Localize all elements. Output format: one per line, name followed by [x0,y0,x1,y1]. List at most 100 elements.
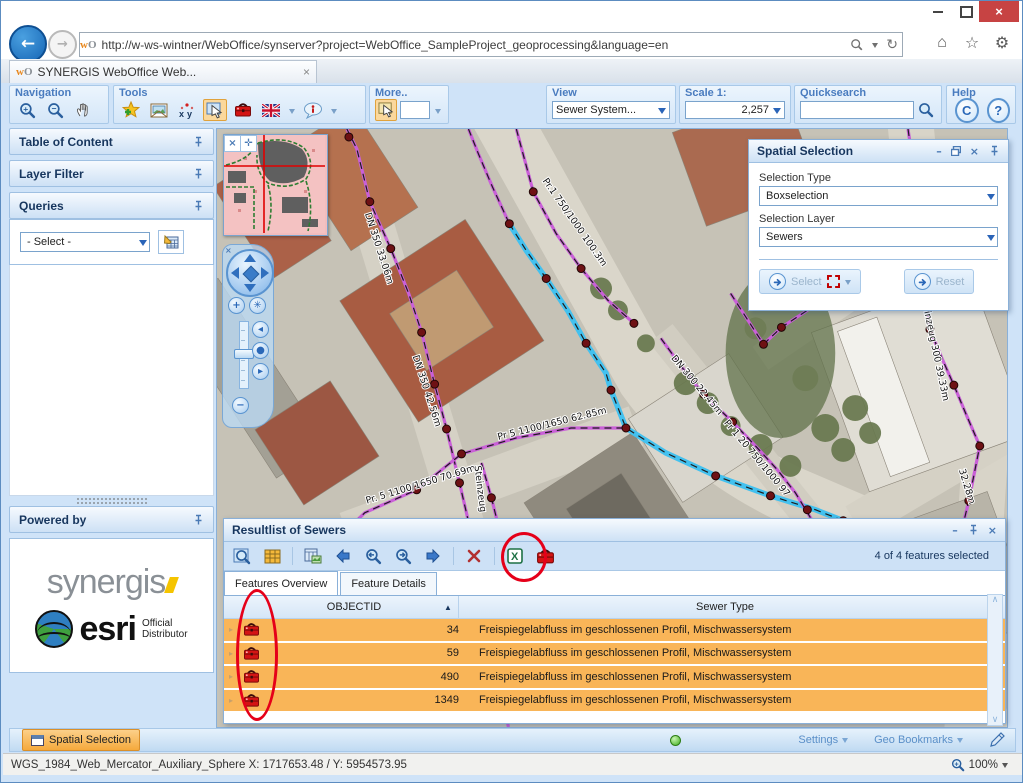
window-titlebar[interactable] [1,1,1023,27]
panel-minimize-icon[interactable]: – [952,524,958,537]
resultlist-titlebar[interactable]: Resultlist of Sewers – × [224,519,1005,542]
next-feature-icon[interactable] [421,545,445,567]
table-view-icon[interactable] [260,545,284,567]
scroll-down-icon[interactable]: ∨ [992,715,999,725]
clear-selection-icon[interactable] [462,545,486,567]
pin-icon[interactable] [192,168,204,180]
report-icon[interactable] [301,545,325,567]
table-scrollbar[interactable]: ∧ ∨ [987,594,1003,726]
panel-minimize-icon[interactable]: – [936,145,942,158]
panel-restore-icon[interactable] [951,146,961,156]
manhole-dot[interactable] [529,188,537,196]
previous-feature-icon[interactable] [331,545,355,567]
manhole-dot[interactable] [630,319,638,327]
column-objectid[interactable]: OBJECTID [264,601,444,613]
geo-bookmarks-menu[interactable]: Geo Bookmarks [874,734,963,746]
pin-icon[interactable] [192,200,204,212]
add-favorite-icon[interactable] [119,99,143,121]
zoom-out-icon[interactable]: − [43,99,67,121]
edit-tool-icon[interactable] [375,99,397,121]
prev-extent-button[interactable]: ◂ [252,321,269,338]
table-row[interactable]: ▸59Freispiegelabfluss im geschlossenen P… [224,643,1005,667]
toolbox-icon[interactable] [238,669,264,684]
select-dropdown-icon[interactable] [845,280,851,288]
scroll-up-icon[interactable]: ∧ [992,595,999,605]
map-navigation-widget[interactable]: × + ✳ ◂ ● ▸ − [222,244,274,428]
manhole-dot[interactable] [443,425,451,433]
toolbox-icon[interactable] [533,545,557,567]
extent-home-button[interactable]: ● [252,342,269,359]
close-button[interactable]: × [979,1,1019,22]
zoom-to-selection-icon[interactable] [230,545,254,567]
quicksearch-go-icon[interactable] [916,99,936,121]
language-dropdown-icon[interactable] [287,99,297,121]
manhole-dot[interactable] [366,198,374,206]
table-row[interactable]: ▸490Freispiegelabfluss im geschlossenen … [224,666,1005,690]
overview-close-icon[interactable]: × [224,135,241,152]
manhole-dot[interactable] [760,340,768,348]
excel-export-icon[interactable]: X [503,545,527,567]
selection-type-dropdown[interactable]: Boxselection [759,186,998,206]
taskbar-spatial-selection-button[interactable]: Spatial Selection [22,729,140,751]
table-row[interactable]: ▸34Freispiegelabfluss im geschlossenen P… [224,619,1005,643]
toolbox-icon[interactable] [238,622,264,637]
search-icon[interactable] [846,38,868,52]
back-button[interactable]: ← [9,25,47,63]
spatial-selection-titlebar[interactable]: Spatial Selection – × [749,140,1008,163]
manhole-dot[interactable] [505,220,513,228]
manhole-dot[interactable] [456,479,464,487]
query-editor-icon[interactable] [158,230,184,254]
column-sewer-type[interactable]: Sewer Type [459,601,991,613]
next-extent-button[interactable]: ▸ [252,363,269,380]
url-field[interactable]: wO http://w-ws-wintner/WebOffice/synserv… [79,32,903,57]
language-flag-icon[interactable] [259,99,283,121]
zoom-out-button[interactable]: − [232,397,249,414]
overview-move-icon[interactable]: ✛ [240,135,257,152]
pin-icon[interactable] [192,514,204,526]
more-tool-combobox[interactable] [400,101,430,119]
sidebar-item-layer-filter[interactable]: Layer Filter [9,160,214,187]
select-tool-icon[interactable] [203,99,227,121]
tab-close-icon[interactable]: × [303,65,310,79]
page-zoom-dropdown-icon[interactable] [1002,763,1008,771]
info-dropdown-icon[interactable] [329,99,339,121]
redline-pencil-icon[interactable] [989,732,1005,748]
zoom-in-button[interactable]: + [228,297,245,314]
selection-layer-dropdown[interactable]: Sewers [759,227,998,247]
manhole-dot[interactable] [950,381,958,389]
sidebar-splitter[interactable] [9,496,214,506]
toolbox-icon[interactable] [238,646,264,661]
pin-icon[interactable] [967,524,979,536]
coordinates-icon[interactable]: xy [175,99,199,121]
tab-feature-details[interactable]: Feature Details [340,572,437,595]
manhole-dot[interactable] [712,472,720,480]
view-dropdown[interactable]: Sewer System... [552,101,670,119]
table-header-row[interactable]: OBJECTID ▲ Sewer Type [224,596,1005,619]
favorites-icon[interactable]: ☆ [958,32,986,54]
browser-tab[interactable]: wO SYNERGIS WebOffice Web... × [9,60,317,83]
context-help-button[interactable]: C [955,98,979,123]
search-dropdown-icon[interactable] [868,38,882,51]
refresh-icon[interactable]: ↻ [882,36,902,53]
tab-features-overview[interactable]: Features Overview [224,571,338,595]
zoom-slider-handle[interactable] [234,349,254,359]
zoom-next-icon[interactable] [391,545,415,567]
manhole-dot[interactable] [607,386,615,394]
scale-input[interactable]: 2,257 [685,101,785,119]
zoom-previous-icon[interactable] [361,545,385,567]
panel-close-icon[interactable]: × [970,145,979,158]
select-button[interactable]: Select [759,269,861,294]
manhole-dot[interactable] [777,323,785,331]
url-text[interactable]: http://w-ws-wintner/WebOffice/synserver?… [102,38,847,52]
page-zoom-value[interactable]: 100% [969,759,998,771]
query-select-dropdown[interactable]: - Select - [20,232,150,252]
sidebar-item-table-of-content[interactable]: Table of Content [9,128,214,155]
manhole-dot[interactable] [766,492,774,500]
manhole-dot[interactable] [487,494,495,502]
sidebar-item-queries[interactable]: Queries [9,192,214,219]
manhole-dot[interactable] [803,506,811,514]
settings-menu[interactable]: Settings [798,734,848,746]
pan-icon[interactable] [71,99,95,121]
manhole-dot[interactable] [577,265,585,273]
pin-icon[interactable] [192,136,204,148]
